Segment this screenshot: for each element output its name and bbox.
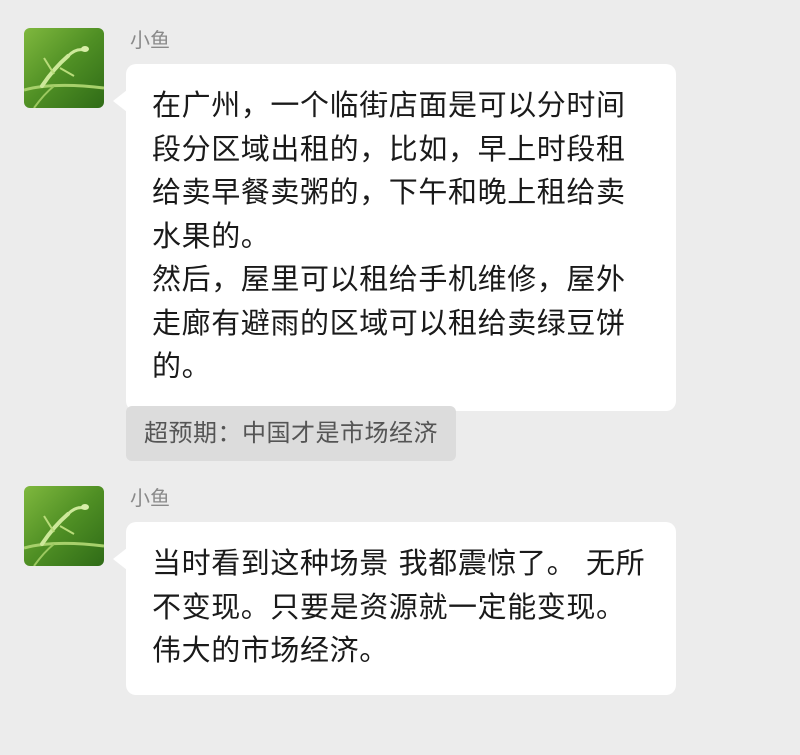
message-paragraph: 伟大的市场经济。 — [152, 633, 389, 667]
message-paragraph: 在广州，一个临街店面是可以分时间段分区域出租的，比如，早上时段租给卖早餐卖粥的，… — [152, 88, 626, 253]
praying-mantis-avatar-icon — [24, 486, 104, 566]
message-paragraph: 当时看到这种场景 我都震惊了。 无所不变现。只要是资源就一定能变现。 — [152, 546, 646, 624]
sender-avatar[interactable] — [24, 28, 104, 108]
quoted-reference[interactable]: 超预期：中国才是市场经济 — [126, 406, 456, 461]
praying-mantis-avatar-icon — [24, 28, 104, 108]
sender-name: 小鱼 — [130, 486, 170, 510]
message-bubble[interactable]: 当时看到这种场景 我都震惊了。 无所不变现。只要是资源就一定能变现。 伟大的市场… — [113, 522, 676, 695]
sender-avatar[interactable] — [24, 486, 104, 566]
sender-name: 小鱼 — [130, 28, 170, 52]
message-bubble[interactable]: 在广州，一个临街店面是可以分时间段分区域出租的，比如，早上时段租给卖早餐卖粥的，… — [113, 64, 676, 411]
message-paragraph: 然后，屋里可以租给手机维修，屋外走廊有避雨的区域可以租给卖绿豆饼的。 — [152, 262, 626, 383]
